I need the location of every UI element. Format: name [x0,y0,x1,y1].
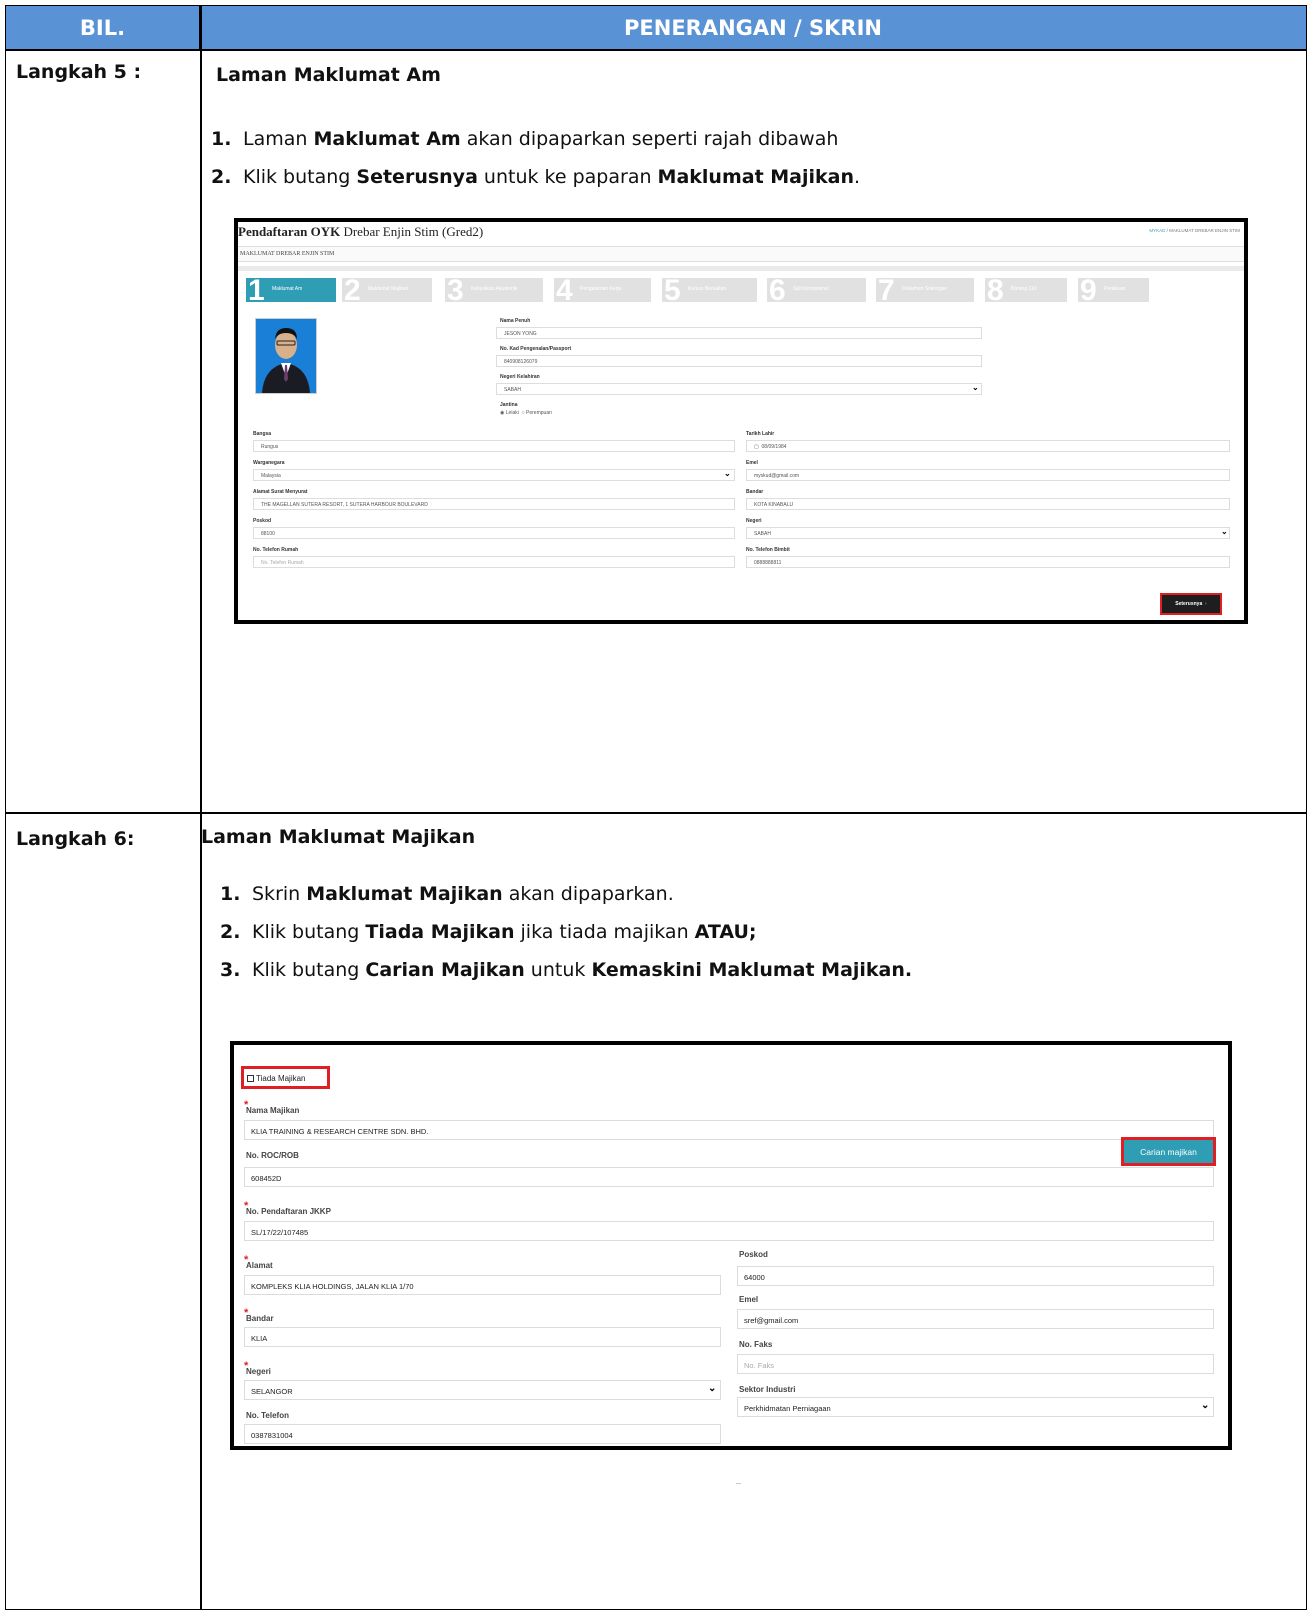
step6-instruction-3: 3. Klik butang Carian Majikan untuk Kemas… [220,959,913,981]
bangsa-input[interactable]: Rungus [253,440,735,452]
kad-pengenalan-input[interactable]: 840908126079 [496,355,982,367]
row-divider [6,812,1306,814]
step6-instructions: 1. Skrin Maklumat Majikan akan dipaparkan… [220,875,912,989]
negeri-select[interactable]: SELANGOR [244,1380,721,1400]
maklumat-am-screenshot: Pendaftaran OYK Drebar Enjin Stim (Gred2… [234,218,1248,624]
telefon-input[interactable]: 0387831004 [244,1424,721,1444]
tel-bimbit-label: No. Telefon Bimbit [746,547,790,553]
nama-majikan-input[interactable]: KLIA TRAINING & RESEARCH CENTRE SDN. BHD… [244,1120,1214,1140]
tab-kelayakan-akademik[interactable]: 3 Kelayakan Akademik [445,274,543,307]
chevron-down-icon: ⌄ [1221,527,1228,536]
breadcrumb: MYKAD / MAKLUMAT DREBAR ENJIN STIM [1149,228,1240,233]
negeri-kelahiran-select[interactable]: SABAH [496,383,982,395]
step5-label: Langkah 5 : [16,61,142,83]
roc-label: No. ROC/ROB [246,1151,299,1160]
step6-label: Langkah 6: [16,828,135,850]
profile-photo [255,318,317,394]
header-bil: BIL. [6,6,200,49]
warganegara-select[interactable]: Malaysia [253,469,735,481]
checkbox-icon [247,1075,254,1082]
emel-input[interactable]: myskud@gmail.com [746,469,1230,481]
chevron-down-icon: ⌄ [724,469,731,478]
tab-maklumat-majikan[interactable]: 2 Maklumat Majikan [342,274,432,307]
bandar-input[interactable]: KLIA [244,1327,721,1347]
tab-borang-110[interactable]: 8 Borang 110 [985,274,1067,307]
bandar-label: Bandar [746,489,764,495]
tel-rumah-label: No. Telefon Rumah [253,547,299,553]
divider [238,266,1244,271]
step5-title: Laman Maklumat Am [216,64,441,86]
tab-pengalaman-kerja[interactable]: 4 Pengalaman Kerja [554,274,651,307]
alamat-label: * Alamat [244,1254,273,1270]
warganegara-label: Warganegara [253,460,285,466]
poskod-input[interactable]: 88100 [253,527,735,539]
bangsa-label: Bangsa [253,431,272,437]
tab-dokumen-sokongan[interactable]: 7 Dokumen Sokongan [876,274,974,307]
step6-instruction-2: 2. Klik butang Tiada Majikan jika tiada m… [220,921,757,943]
jkkp-input[interactable]: SL/17/22/107485 [244,1221,1214,1241]
step5-instructions: 1. Laman Maklumat Am akan dipaparkan sepe… [211,120,860,196]
tel-rumah-input[interactable]: No. Telefon Rumah [253,556,735,568]
alamat-input[interactable]: THE MAGELLAN SUTERA RESORT, 1 SUTERA HAR… [253,498,735,510]
faks-label: No. Faks [739,1340,773,1349]
nama-penuh-input[interactable]: JESON YONG [496,327,982,339]
faks-input[interactable]: No. Faks [737,1354,1214,1374]
bandar-input[interactable]: KOTA KINABALU [746,498,1230,510]
jantina-radio-group[interactable]: ◉ Lelaki ○ Perempuan [500,410,552,416]
step6-title: Laman Maklumat Majikan [201,826,476,848]
alamat-input[interactable]: KOMPLEKS KLIA HOLDINGS, JALAN KLIA 1/70 [244,1275,721,1295]
seterusnya-button[interactable]: Seterusnya › [1160,593,1222,615]
jkkp-label: * No. Pendaftaran JKKP [244,1200,331,1216]
chevron-down-icon: ⌄ [972,383,979,392]
tiada-majikan-checkbox[interactable]: Tiada Majikan [241,1066,330,1089]
kad-pengenalan-label: No. Kad Pengenalan/Passport [500,346,572,352]
poskod-input[interactable]: 64000 [737,1266,1214,1286]
nama-majikan-label: * Nama Majikan [244,1099,300,1115]
jantina-label: Jantina [500,402,518,408]
poskod-label: Poskod [739,1250,768,1259]
negeri-kelahiran-label: Negeri Kelahiran [500,374,540,380]
tab-maklumat-am[interactable]: 1 Maklumat Am [246,274,336,307]
page-subtitle: MAKLUMAT DREBAR ENJIN STIM [238,246,1244,262]
chevron-down-icon: ⌄ [708,1383,717,1394]
chevron-down-icon: ⌄ [1201,1400,1210,1411]
tab-perakuan[interactable]: 9 Perakuan [1078,274,1149,307]
breadcrumb-link[interactable]: MYKAD [1149,228,1165,233]
nama-penuh-label: Nama Penuh [500,318,531,324]
poskod-label: Poskod [253,518,272,524]
step6-instruction-1: 1. Skrin Maklumat Majikan akan dipaparkan… [220,883,674,905]
negeri-label: Negeri [746,518,762,524]
tel-bimbit-input[interactable]: 0888888811 [746,556,1230,568]
negeri-label: * Negeri [244,1360,271,1376]
column-divider [200,6,202,1609]
sektor-label: Sektor Industri [739,1385,796,1394]
emel-label: Emel [746,460,758,466]
tab-sijil-kompetensi[interactable]: 6 Sijil Kompetensi [767,274,866,307]
negeri-select[interactable]: SABAH [746,527,1230,539]
alamat-label: Alamat Surat Menyurat [253,489,308,495]
emel-input[interactable]: sref@gmail.com [737,1309,1214,1329]
sektor-select[interactable]: Perkhidmatan Perniagaan [737,1397,1214,1417]
step5-instruction-2: 2. Klik butang Seterusnya untuk ke papara… [211,166,861,188]
divider [736,1483,741,1484]
roc-input[interactable]: 608452D [244,1167,1214,1187]
header-penerangan: PENERANGAN / SKRIN [624,15,882,40]
maklumat-majikan-screenshot: Tiada Majikan * Nama Majikan KLIA TRAININ… [230,1041,1232,1450]
carian-majikan-button[interactable]: Carian majikan [1121,1137,1216,1166]
app-title: Pendaftaran OYK Drebar Enjin Stim (Gred2… [238,224,484,239]
emel-label: Emel [739,1295,759,1304]
step5-instruction-1: 1. Laman Maklumat Am akan dipaparkan sepe… [211,128,839,150]
tarikh-lahir-input[interactable]: ▢ 08/09/1984 [746,440,1230,452]
telefon-label: No. Telefon [246,1411,289,1420]
tab-kursus-berkaitan[interactable]: 5 Kursus Berkaitan [662,274,757,307]
tarikh-lahir-label: Tarikh Lahir [746,431,775,437]
bandar-label: * Bandar [244,1307,274,1323]
